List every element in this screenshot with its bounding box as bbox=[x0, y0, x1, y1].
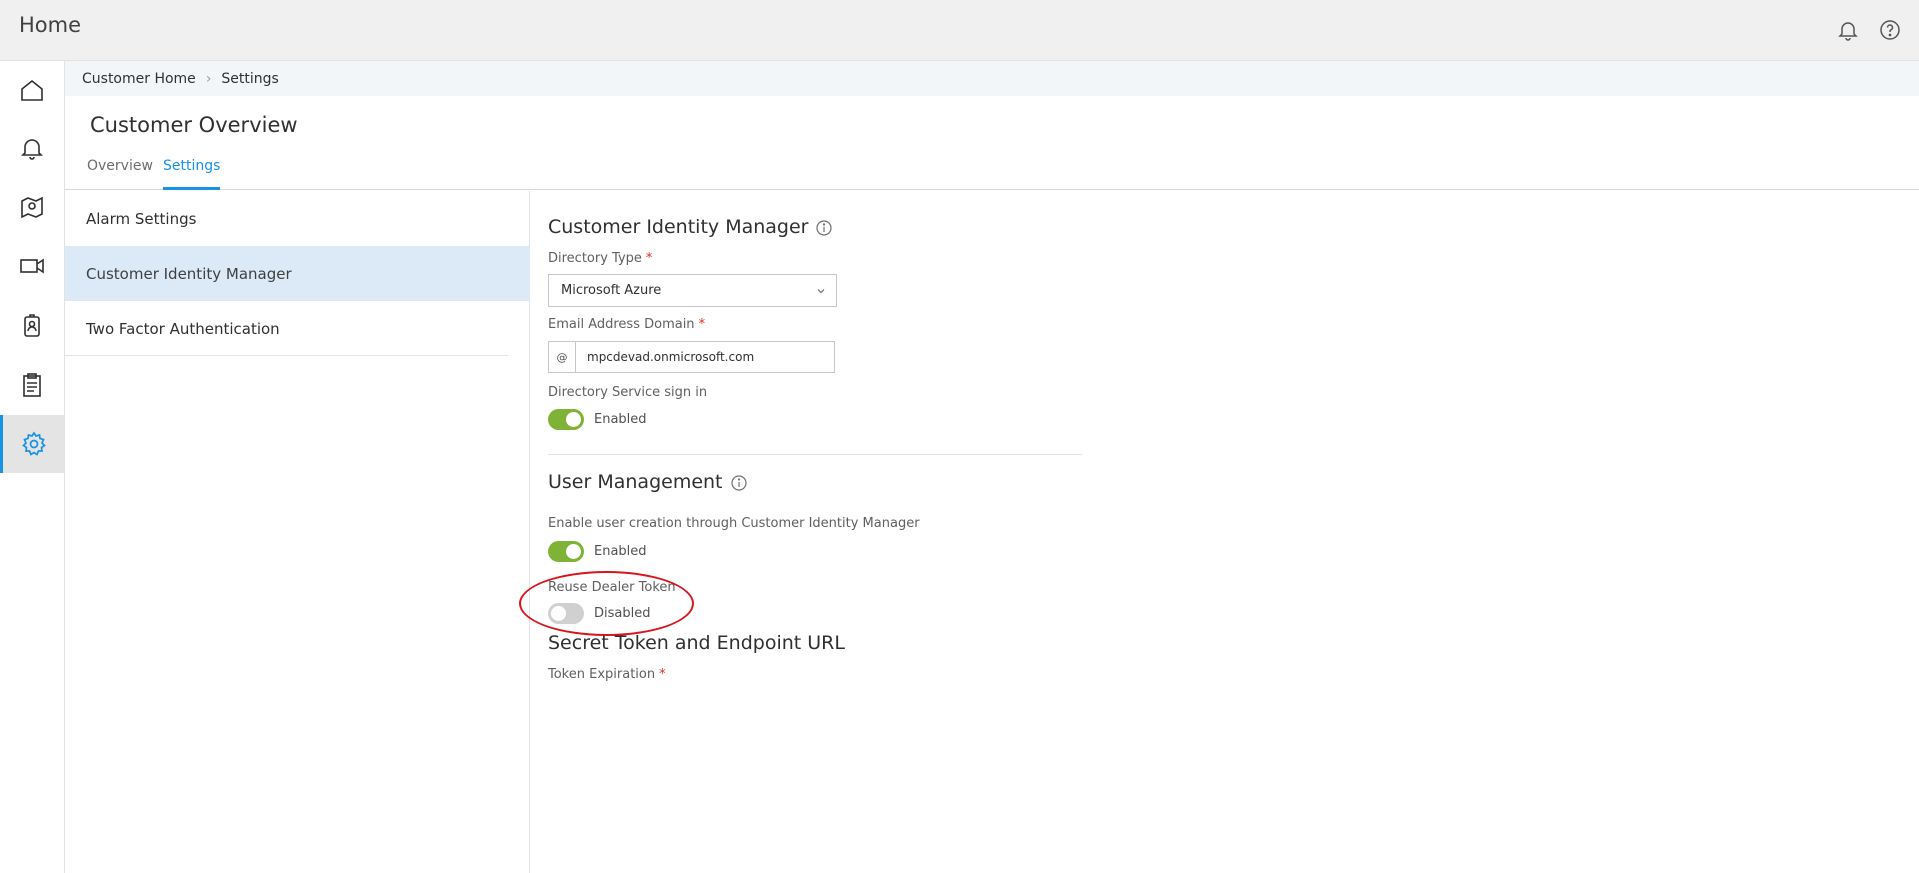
menu-item-alarm-settings[interactable]: Alarm Settings bbox=[65, 191, 508, 246]
token-expiration-label: Token Expiration * bbox=[548, 667, 666, 682]
secret-token-heading: Secret Token and Endpoint URL bbox=[548, 632, 845, 654]
toggle-knob bbox=[566, 544, 581, 559]
bell-icon bbox=[21, 139, 43, 160]
nav-credentials[interactable] bbox=[0, 297, 64, 355]
info-icon[interactable] bbox=[816, 219, 833, 236]
directory-signin-row: Enabled bbox=[548, 409, 647, 430]
directory-type-value: Microsoft Azure bbox=[561, 283, 662, 298]
email-domain-label: Email Address Domain * bbox=[548, 317, 706, 332]
nav-rail bbox=[0, 61, 65, 873]
at-sign-icon: @ bbox=[549, 342, 576, 372]
breadcrumb: Customer Home › Settings bbox=[65, 61, 1919, 96]
directory-signin-status: Enabled bbox=[594, 412, 647, 427]
nav-reports[interactable] bbox=[0, 356, 64, 414]
reuse-dealer-token-row: Disabled bbox=[548, 603, 650, 624]
tab-overview[interactable]: Overview bbox=[87, 158, 153, 190]
enable-user-creation-row: Enabled bbox=[548, 541, 647, 562]
nav-sites[interactable] bbox=[0, 178, 64, 236]
clipboard-icon bbox=[23, 373, 41, 397]
tab-settings[interactable]: Settings bbox=[163, 158, 221, 190]
reuse-dealer-token-status: Disabled bbox=[594, 606, 651, 621]
reuse-dealer-token-label: Reuse Dealer Token bbox=[548, 580, 676, 595]
directory-signin-label: Directory Service sign in bbox=[548, 385, 708, 400]
identity-manager-heading: Customer Identity Manager bbox=[548, 216, 833, 238]
user-management-title: User Management bbox=[548, 471, 723, 493]
chevron-down-icon bbox=[817, 289, 825, 294]
page-title: Customer Overview bbox=[90, 113, 298, 137]
directory-signin-toggle[interactable] bbox=[548, 409, 584, 430]
email-domain-field: @ bbox=[548, 341, 835, 373]
home-icon bbox=[21, 79, 43, 101]
map-pin-icon bbox=[21, 196, 43, 219]
secret-token-title: Secret Token and Endpoint URL bbox=[548, 632, 845, 654]
help-icon[interactable] bbox=[1878, 18, 1902, 42]
identity-manager-title: Customer Identity Manager bbox=[548, 216, 809, 238]
top-bar: Home bbox=[0, 0, 1919, 61]
email-domain-input[interactable] bbox=[576, 342, 831, 372]
enable-user-creation-toggle[interactable] bbox=[548, 541, 584, 562]
settings-menu: Alarm Settings Customer Identity Manager… bbox=[65, 191, 530, 873]
menu-divider bbox=[65, 355, 508, 356]
menu-item-two-factor-authentication[interactable]: Two Factor Authentication bbox=[65, 301, 508, 356]
directory-type-select[interactable]: Microsoft Azure bbox=[548, 274, 837, 307]
tab-bar: Overview Settings bbox=[65, 150, 1919, 190]
gear-icon bbox=[21, 431, 46, 456]
enable-user-creation-status: Enabled bbox=[594, 544, 647, 559]
nav-home[interactable] bbox=[0, 61, 64, 119]
breadcrumb-customer-home[interactable]: Customer Home bbox=[82, 71, 196, 87]
directory-type-label: Directory Type * bbox=[548, 251, 653, 266]
menu-item-customer-identity-manager[interactable]: Customer Identity Manager bbox=[65, 246, 530, 301]
nav-alarms[interactable] bbox=[0, 119, 64, 177]
badge-icon bbox=[24, 314, 40, 337]
enable-user-creation-label: Enable user creation through Customer Id… bbox=[548, 516, 920, 531]
nav-video[interactable] bbox=[0, 237, 64, 295]
breadcrumb-settings[interactable]: Settings bbox=[221, 71, 278, 87]
toggle-knob bbox=[566, 412, 581, 427]
bell-icon[interactable] bbox=[1836, 18, 1860, 42]
nav-settings[interactable] bbox=[0, 415, 64, 473]
user-management-heading: User Management bbox=[548, 471, 747, 493]
chevron-right-icon: › bbox=[205, 70, 212, 87]
info-icon[interactable] bbox=[730, 474, 747, 491]
section-divider bbox=[548, 454, 1082, 455]
video-camera-icon bbox=[20, 258, 44, 274]
toggle-knob bbox=[551, 606, 566, 621]
app-title: Home bbox=[19, 13, 82, 37]
reuse-dealer-token-toggle[interactable] bbox=[548, 603, 584, 624]
